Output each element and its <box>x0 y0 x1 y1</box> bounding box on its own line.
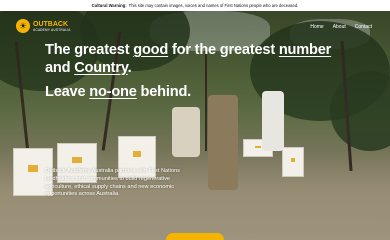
logo[interactable]: ☀ OUTBACK ACADEMY AUSTRALIA <box>16 19 71 33</box>
logo-name: OUTBACK <box>33 20 68 28</box>
hero-headline: The greatest good for the greatest numbe… <box>45 42 332 76</box>
headline-link-number[interactable]: number <box>279 42 332 58</box>
nav-about[interactable]: About <box>333 24 346 30</box>
site-header: ☀ OUTBACK ACADEMY AUSTRALIA Home About C… <box>0 11 390 41</box>
main-nav: Home About Contact <box>310 24 372 30</box>
warning-text: This site may contain images, voices and… <box>128 3 299 8</box>
nav-contact[interactable]: Contact <box>355 24 372 30</box>
headline-link-country[interactable]: Country <box>74 60 128 76</box>
hero-description: Outback Academy Australia partners with … <box>45 168 180 198</box>
cta-button[interactable] <box>166 233 224 240</box>
headline-link-good[interactable]: good <box>133 42 168 58</box>
logo-subtitle: ACADEMY AUSTRALIA <box>33 27 71 32</box>
warning-label: Cultural Warning: <box>91 3 127 8</box>
sun-icon: ☀ <box>16 19 30 33</box>
cultural-warning-bar: Cultural Warning: This site may contain … <box>0 0 390 11</box>
subhead-link-no-one[interactable]: no-one <box>89 84 137 100</box>
nav-home[interactable]: Home <box>310 24 323 30</box>
hero-subheadline: Leave no-one behind. <box>45 84 192 100</box>
